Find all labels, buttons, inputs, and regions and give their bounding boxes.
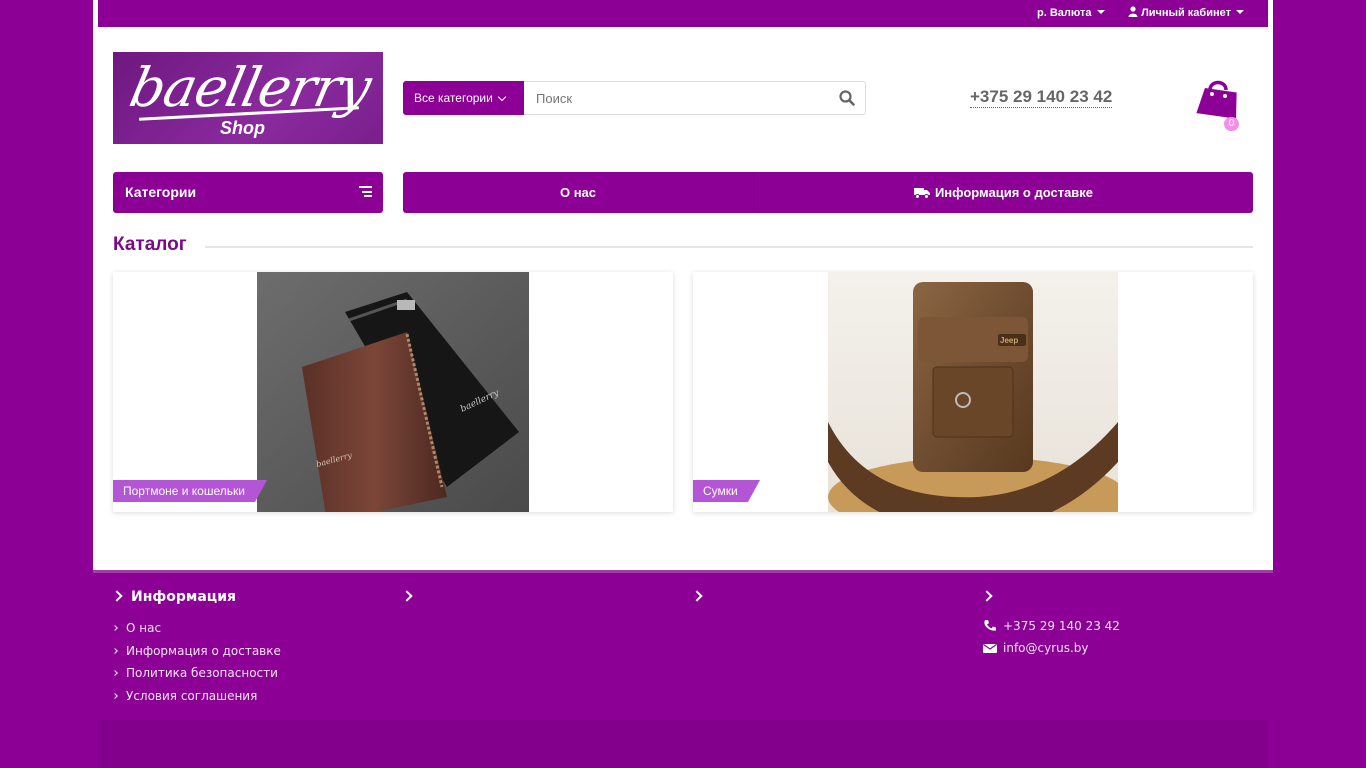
footer: Информация О нас Информация о доставке П… (93, 570, 1273, 720)
nav-item-about[interactable]: О нас (403, 172, 754, 213)
shopping-bag-icon[interactable] (1196, 76, 1240, 120)
catalog-title: Каталог (113, 234, 187, 255)
bags-photo: Jeep (828, 272, 1118, 512)
categories-label: Категории (125, 184, 197, 200)
footer-link-about[interactable]: О нас (112, 617, 281, 640)
cart-count-badge: 0 (1224, 117, 1239, 131)
search-input[interactable] (524, 81, 866, 115)
search-category-label: Все категории (414, 91, 493, 105)
footer-phone-label: +375 29 140 23 42 (1003, 619, 1120, 633)
user-icon (1128, 6, 1138, 17)
account-label: Личный кабинет (1141, 7, 1231, 19)
footer-contacts-column: +375 29 140 23 42 info@cyrus.by (981, 588, 1120, 659)
top-bar: р. Валюта Личный кабинет (98, 0, 1268, 27)
chevron-right-icon (112, 670, 118, 676)
bottom-bar (98, 720, 1268, 768)
truck-icon (913, 188, 930, 199)
nav-item-delivery[interactable]: Информация о доставке (754, 172, 1253, 213)
nav-item-label: Информация о доставке (934, 185, 1094, 200)
footer-link-terms[interactable]: Условия соглашения (112, 685, 281, 708)
svg-text:Jeep: Jeep (1000, 336, 1018, 345)
chevron-down-icon (497, 92, 507, 102)
caret-down-icon (1235, 10, 1244, 14)
search-icon[interactable] (838, 89, 856, 107)
account-dropdown[interactable]: Личный кабинет (1128, 0, 1244, 27)
main-nav: О нас Информация о доставке (403, 172, 1253, 213)
footer-heading-label: Информация (131, 589, 236, 605)
footer-link-label: Условия соглашения (126, 688, 258, 703)
logo-sub: Shop (220, 118, 265, 138)
caret-down-icon (1096, 10, 1105, 14)
footer-link-delivery[interactable]: Информация о доставке (112, 640, 281, 663)
footer-email-label: info@cyrus.by (1003, 641, 1089, 655)
header-phone[interactable]: +375 29 140 23 42 (970, 87, 1113, 108)
category-card-bags[interactable]: Jeep Сумки (693, 272, 1253, 512)
currency-label: р. Валюта (1037, 7, 1092, 19)
footer-phone[interactable]: +375 29 140 23 42 (983, 615, 1120, 637)
chevron-right-icon (401, 590, 413, 602)
currency-dropdown[interactable]: р. Валюта (1037, 0, 1105, 27)
phone-icon (984, 620, 996, 631)
category-label: Портмоне и кошельки (113, 480, 267, 502)
wallets-photo: baellerry baellerry (257, 272, 529, 512)
chevron-right-icon (112, 647, 118, 654)
categories-menu-button[interactable]: Категории (113, 172, 383, 213)
footer-column-2 (401, 588, 421, 606)
chevron-right-icon (981, 590, 993, 602)
chevron-right-icon (112, 625, 118, 631)
divider (205, 246, 1253, 248)
footer-link-label: Информация о доставке (126, 643, 281, 658)
logo[interactable]: baellerry Shop (113, 52, 383, 144)
footer-info-heading: Информация (111, 588, 281, 606)
footer-info-column: Информация О нас Информация о доставке П… (111, 588, 281, 708)
category-card-wallets[interactable]: baellerry baellerry Портмоне и кошельки (113, 272, 673, 512)
envelope-icon (983, 644, 997, 653)
nav-item-label: О нас (559, 185, 597, 200)
search-category-select[interactable]: Все категории (403, 81, 524, 115)
footer-email[interactable]: info@cyrus.by (983, 637, 1120, 659)
chevron-right-icon (111, 590, 123, 602)
menu-icon (359, 186, 372, 197)
chevron-right-icon (112, 692, 118, 699)
footer-column-3 (691, 588, 711, 606)
footer-link-label: О нас (126, 621, 162, 635)
category-label: Сумки (693, 480, 760, 502)
footer-link-privacy[interactable]: Политика безопасности (112, 662, 281, 685)
chevron-right-icon (691, 590, 703, 602)
footer-link-label: Политика безопасности (126, 666, 278, 680)
